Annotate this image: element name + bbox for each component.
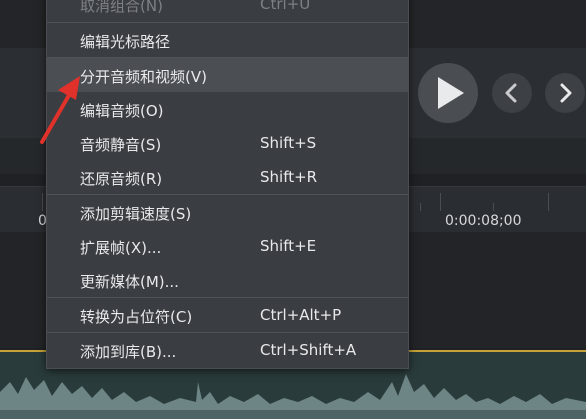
menu-item-shortcut: Shift+E: [260, 237, 317, 255]
play-button[interactable]: [418, 63, 478, 123]
menu-item-update-media[interactable]: 更新媒体(M)...: [47, 263, 408, 297]
menu-item-label: 添加到库(B)...: [80, 343, 177, 361]
menu-item-shortcut: Ctrl+Shift+A: [260, 341, 357, 359]
context-menu: 取消组合(N) Ctrl+U 编辑光标路径 分开音频和视频(V) 编辑音频(O)…: [46, 0, 409, 369]
menu-item-label: 更新媒体(M)...: [80, 273, 179, 291]
menu-item-shortcut: Ctrl+Alt+P: [260, 306, 342, 324]
next-button[interactable]: [545, 73, 585, 113]
ruler-tick: [548, 193, 549, 211]
ruler-tick: [493, 203, 494, 211]
menu-item-label: 还原音频(R): [80, 170, 163, 188]
ruler-tick: [42, 193, 43, 211]
menu-item-label: 取消组合(N): [80, 0, 163, 15]
play-icon: [438, 77, 464, 109]
menu-item-separate-audio-video[interactable]: 分开音频和视频(V): [47, 58, 408, 92]
menu-item-shortcut: Shift+S: [260, 134, 317, 152]
menu-item-convert-to-placeholder[interactable]: 转换为占位符(C) Ctrl+Alt+P: [47, 298, 408, 332]
menu-item-label: 编辑音频(O): [80, 102, 164, 120]
menu-item-restore-audio[interactable]: 还原音频(R) Shift+R: [47, 160, 408, 194]
ruler-tick: [420, 203, 421, 211]
menu-item-label: 转换为占位符(C): [80, 308, 193, 326]
chevron-right-icon: [560, 83, 572, 103]
previous-button[interactable]: [492, 73, 532, 113]
ruler-tick: [440, 193, 441, 211]
menu-item-label: 扩展帧(X)...: [80, 239, 162, 257]
menu-item-add-clip-speed[interactable]: 添加剪辑速度(S): [47, 195, 408, 229]
menu-item-label: 音频静音(S): [80, 136, 162, 154]
menu-item-add-to-library[interactable]: 添加到库(B)... Ctrl+Shift+A: [47, 333, 408, 367]
menu-item-label: 编辑光标路径: [80, 33, 171, 51]
menu-item-shortcut: Ctrl+U: [260, 0, 311, 13]
menu-item-label: 添加剪辑速度(S): [80, 205, 192, 223]
menu-item-label: 分开音频和视频(V): [80, 68, 207, 86]
menu-item-edit-cursor-path[interactable]: 编辑光标路径: [47, 23, 408, 57]
ruler-timecode: 0:00:08;00: [445, 213, 522, 229]
menu-item-mute-audio[interactable]: 音频静音(S) Shift+S: [47, 126, 408, 160]
menu-item-edit-audio[interactable]: 编辑音频(O): [47, 92, 408, 126]
menu-item-extend-frame[interactable]: 扩展帧(X)... Shift+E: [47, 229, 408, 263]
menu-item-shortcut: Shift+R: [260, 168, 318, 186]
chevron-left-icon: [505, 83, 517, 103]
